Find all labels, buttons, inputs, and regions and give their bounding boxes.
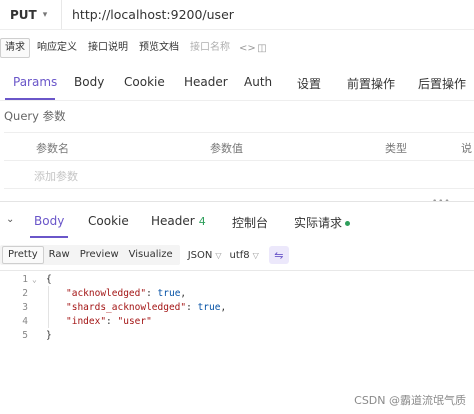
json-value: true xyxy=(157,288,181,299)
code-line: 1 ⌄ { xyxy=(0,273,474,287)
line-number: 4 xyxy=(22,316,28,327)
panel-icon[interactable]: ◫ xyxy=(255,43,269,54)
header-count-badge: 4 xyxy=(198,215,206,228)
resp-tab-actual-request-label: 实际请求 xyxy=(294,216,343,230)
line-number: 2 xyxy=(22,288,28,299)
request-tabs: Params Body Cookie Header Auth 设置 前置操作 后… xyxy=(0,70,474,100)
column-param-name: 参数名 xyxy=(36,142,69,155)
format-value: JSON xyxy=(187,249,213,261)
code-line: 3 "shards_acknowledged": true, xyxy=(0,301,474,315)
code-icon[interactable]: <> xyxy=(239,43,256,54)
panel-divider[interactable] xyxy=(0,201,474,202)
doc-tab-preview-doc[interactable]: 预览文档 xyxy=(135,38,183,58)
doc-tabs: 请求 响应定义 接口说明 预览文档 接口名称 <> ◫ xyxy=(0,38,269,58)
line-number: 1 xyxy=(22,274,28,285)
doc-tab-api-description[interactable]: 接口说明 xyxy=(84,38,132,58)
json-punct: , xyxy=(220,302,227,313)
method-label: PUT xyxy=(10,7,37,22)
json-punct: , xyxy=(180,288,187,299)
code-divider xyxy=(0,270,474,271)
table-row[interactable]: 添加参数 xyxy=(4,161,474,189)
json-key: "acknowledged" xyxy=(66,288,147,299)
add-param-placeholder[interactable]: 添加参数 xyxy=(34,168,78,184)
method-select[interactable]: PUT ▾ xyxy=(0,0,62,29)
doc-tab-request[interactable]: 请求 xyxy=(0,38,30,58)
tab-pre-operations[interactable]: 前置操作 xyxy=(347,75,395,92)
code-line: 2 "acknowledged": true, xyxy=(0,287,474,301)
tab-params[interactable]: Params xyxy=(13,75,57,89)
resp-tab-body[interactable]: Body xyxy=(34,214,64,228)
json-value: "user" xyxy=(117,316,152,327)
json-key: "index" xyxy=(66,316,107,327)
url-input[interactable]: http://localhost:9200/user xyxy=(62,7,234,22)
column-type: 类型 xyxy=(385,142,407,155)
line-number: 3 xyxy=(22,302,28,313)
table-header: 参数名 参数值 类型 说 xyxy=(4,133,474,161)
encoding-select[interactable]: utf8 ▽ xyxy=(230,250,259,261)
chevron-down-icon: ▽ xyxy=(215,250,222,260)
code-line: 4 "index": "user" xyxy=(0,315,474,329)
code-line: 5 } xyxy=(0,329,474,343)
code-text: { xyxy=(46,274,52,285)
response-tabs: ⌄ Body Cookie Header 4 控制台 实际请求 xyxy=(0,206,474,238)
json-value: true xyxy=(197,302,221,313)
chevron-down-icon: ▽ xyxy=(252,250,259,260)
encoding-value: utf8 xyxy=(229,249,250,261)
fold-chevron-icon[interactable]: ⌄ xyxy=(32,273,37,287)
tab-header[interactable]: Header xyxy=(184,75,228,89)
column-description: 说 xyxy=(461,142,472,155)
url-bar: PUT ▾ http://localhost:9200/user xyxy=(0,0,474,30)
view-preview-button[interactable]: Preview xyxy=(75,246,124,264)
format-select[interactable]: JSON ▽ xyxy=(188,250,222,261)
watermark: CSDN @霸道流氓气质 xyxy=(354,394,466,407)
resp-tab-actual-request[interactable]: 实际请求 xyxy=(294,214,351,231)
view-pretty-button[interactable]: Pretty xyxy=(2,246,44,264)
query-params-table: 参数名 参数值 类型 说 添加参数 xyxy=(4,132,474,189)
view-raw-button[interactable]: Raw xyxy=(44,246,75,264)
view-mode-group: Pretty Raw Preview Visualize xyxy=(0,245,180,265)
resp-tab-header[interactable]: Header 4 xyxy=(151,214,206,228)
resp-tab-cookie[interactable]: Cookie xyxy=(88,214,129,228)
query-params-label: Query 参数 xyxy=(4,109,66,123)
resp-tab-header-label: Header xyxy=(151,214,195,228)
tab-post-operations[interactable]: 后置操作 xyxy=(418,75,466,92)
active-resp-tab-indicator xyxy=(30,236,68,238)
tabs-divider xyxy=(0,100,474,101)
collapse-chevron-icon[interactable]: ⌄ xyxy=(6,214,14,225)
tab-body[interactable]: Body xyxy=(74,75,104,89)
chevron-down-icon: ▾ xyxy=(42,9,48,20)
status-dot-icon xyxy=(345,221,351,226)
view-toolbar: Pretty Raw Preview Visualize JSON ▽ utf8 ▽… xyxy=(0,245,289,265)
view-visualize-button[interactable]: Visualize xyxy=(124,246,178,264)
tab-cookie[interactable]: Cookie xyxy=(124,75,165,89)
column-param-value: 参数值 xyxy=(210,142,243,155)
tab-settings[interactable]: 设置 xyxy=(297,75,321,92)
resp-tab-console[interactable]: 控制台 xyxy=(232,214,268,231)
wrap-lines-icon[interactable]: ⇋ xyxy=(268,246,289,264)
api-name-input[interactable]: 接口名称 xyxy=(186,38,234,58)
line-number: 5 xyxy=(22,330,28,341)
doc-tab-response-definition[interactable]: 响应定义 xyxy=(33,38,81,58)
code-text: } xyxy=(46,330,52,341)
tab-auth[interactable]: Auth xyxy=(244,75,272,89)
json-key: "shards_acknowledged" xyxy=(66,302,187,313)
